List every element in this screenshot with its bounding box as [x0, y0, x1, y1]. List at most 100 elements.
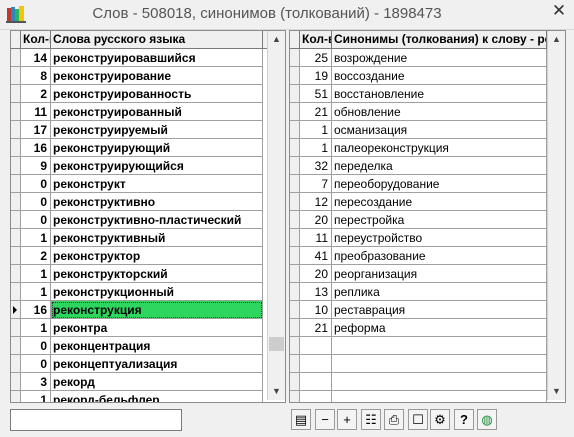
synonym-row[interactable]: 10 реставрация [290, 301, 547, 319]
words-scrollbar[interactable]: ▲ ▼ [267, 31, 285, 400]
synonym-row[interactable]: 19 воссоздание [290, 67, 547, 85]
word-row[interactable]: 0 реконструкт [11, 175, 267, 193]
synonym-row[interactable]: 32 переделка [290, 157, 547, 175]
word-row[interactable]: 14 реконструировавшийся [11, 49, 267, 67]
synonym-row[interactable]: 20 перестройка [290, 211, 547, 229]
synonym-cell[interactable]: реплика [332, 283, 547, 301]
synonym-row[interactable]: 41 преобразование [290, 247, 547, 265]
synonym-cell[interactable]: переоборудование [332, 175, 547, 193]
row-indicator [290, 373, 300, 391]
synonym-row[interactable]: 1 палеореконструкция [290, 139, 547, 157]
word-row[interactable]: 1 реконструкционный [11, 283, 267, 301]
synonym-cell[interactable]: возрождение [332, 49, 547, 67]
synonym-cell[interactable]: реставрация [332, 301, 547, 319]
help-button[interactable]: ? [454, 409, 474, 430]
synonym-row[interactable]: 51 восстановление [290, 85, 547, 103]
word-row[interactable]: 1 рекорд-бельфлер [11, 391, 267, 402]
word-cell[interactable]: реконструкционный [51, 283, 263, 301]
synonym-cell[interactable]: восстановление [332, 85, 547, 103]
globe-button[interactable]: ◍ [477, 409, 497, 430]
synonym-cell[interactable]: воссоздание [332, 67, 547, 85]
synonym-row[interactable]: 12 пересоздание [290, 193, 547, 211]
word-cell[interactable]: реконструированность [51, 85, 263, 103]
synonyms-scrollbar[interactable]: ▲ ▼ [547, 31, 565, 400]
search-input[interactable] [10, 409, 182, 431]
word-row[interactable]: 16 реконструирующий [11, 139, 267, 157]
word-cell[interactable]: реконструкция [51, 301, 263, 319]
scroll-up-icon[interactable]: ▲ [548, 31, 565, 48]
word-cell[interactable]: реконструкт [51, 175, 263, 193]
word-row[interactable]: 0 реконцептуализация [11, 355, 267, 373]
scroll-down-icon[interactable]: ▼ [268, 383, 285, 400]
word-cell[interactable]: рекорд-бельфлер [51, 391, 263, 402]
settings-button[interactable]: ⚙ [430, 409, 450, 430]
word-cell[interactable]: реконцентрация [51, 337, 263, 355]
word-cell[interactable]: реконструирующийся [51, 157, 263, 175]
synonym-count-column-header[interactable]: Кол-во [300, 31, 332, 48]
word-cell[interactable]: реконструктор [51, 247, 263, 265]
word-cell[interactable]: реконструировавшийся [51, 49, 263, 67]
word-cell[interactable]: рекорд [51, 373, 263, 391]
scroll-up-icon[interactable]: ▲ [268, 31, 285, 48]
synonym-cell[interactable]: перестройка [332, 211, 547, 229]
word-cell[interactable]: реконструирование [51, 67, 263, 85]
blank-page-button[interactable]: ☐ [408, 409, 428, 430]
row-indicator [290, 265, 300, 283]
synonym-row[interactable]: 13 реплика [290, 283, 547, 301]
word-count: 3 [21, 373, 51, 391]
word-row[interactable]: 17 реконструируемый [11, 121, 267, 139]
synonym-cell[interactable]: переделка [332, 157, 547, 175]
words-grid[interactable]: Кол-во Слова русского языка 14реконструи… [10, 30, 286, 403]
minus-button[interactable]: − [315, 409, 335, 430]
synonym-column-header[interactable]: Синонимы (толкования) к слову - реконстр… [332, 31, 547, 48]
word-row[interactable]: 16 реконструкция [11, 301, 267, 319]
word-row[interactable]: 9 реконструирующийся [11, 157, 267, 175]
word-cell[interactable]: реконструктивный [51, 229, 263, 247]
word-row[interactable]: 1 реконструкторский [11, 265, 267, 283]
scroll-thumb[interactable] [269, 336, 284, 351]
count-column-header[interactable]: Кол-во [21, 31, 51, 48]
card-view-button[interactable]: ▤ [291, 409, 311, 430]
word-row[interactable]: 2 реконструктор [11, 247, 267, 265]
synonym-cell[interactable]: реорганизация [332, 265, 547, 283]
word-row[interactable]: 1 реконструктивный [11, 229, 267, 247]
word-row[interactable]: 2 реконструированность [11, 85, 267, 103]
synonym-cell[interactable]: обновление [332, 103, 547, 121]
synonym-cell[interactable]: пересоздание [332, 193, 547, 211]
synonym-cell[interactable]: реформа [332, 319, 547, 337]
word-row[interactable]: 11 реконструированный [11, 103, 267, 121]
synonym-cell[interactable]: переустройство [332, 229, 547, 247]
synonym-row[interactable]: 11 переустройство [290, 229, 547, 247]
word-row[interactable]: 0 реконструктивно [11, 193, 267, 211]
row-indicator [11, 391, 21, 402]
synonyms-grid[interactable]: Кол-во Синонимы (толкования) к слову - р… [289, 30, 566, 403]
synonym-row[interactable]: 25 возрождение [290, 49, 547, 67]
word-cell[interactable]: реконтра [51, 319, 263, 337]
word-cell[interactable]: реконструктивно-пластический [51, 211, 263, 229]
word-row[interactable]: 3 рекорд [11, 373, 267, 391]
list-edit-button[interactable]: ☷ [361, 409, 381, 430]
scroll-down-icon[interactable]: ▼ [548, 383, 565, 400]
synonym-cell[interactable]: преобразование [332, 247, 547, 265]
word-cell[interactable]: реконцептуализация [51, 355, 263, 373]
word-cell[interactable]: реконструкторский [51, 265, 263, 283]
word-row[interactable]: 0 реконцентрация [11, 337, 267, 355]
synonym-row[interactable]: 20 реорганизация [290, 265, 547, 283]
synonym-row[interactable]: 21 реформа [290, 319, 547, 337]
word-cell[interactable]: реконструируемый [51, 121, 263, 139]
word-column-header[interactable]: Слова русского языка [51, 31, 263, 48]
word-cell[interactable]: реконструирующий [51, 139, 263, 157]
word-row[interactable]: 8 реконструирование [11, 67, 267, 85]
word-row[interactable]: 1 реконтра [11, 319, 267, 337]
synonym-cell[interactable]: османизация [332, 121, 547, 139]
synonym-row[interactable]: 1 османизация [290, 121, 547, 139]
word-cell[interactable]: реконструированный [51, 103, 263, 121]
synonym-cell[interactable]: палеореконструкция [332, 139, 547, 157]
close-button[interactable]: ✕ [544, 0, 574, 22]
synonym-row[interactable]: 7 переоборудование [290, 175, 547, 193]
synonym-row[interactable]: 21 обновление [290, 103, 547, 121]
plus-button[interactable]: + [337, 409, 357, 430]
word-row[interactable]: 0 реконструктивно-пластический [11, 211, 267, 229]
word-cell[interactable]: реконструктивно [51, 193, 263, 211]
print-button[interactable]: ⎙ [384, 409, 404, 430]
